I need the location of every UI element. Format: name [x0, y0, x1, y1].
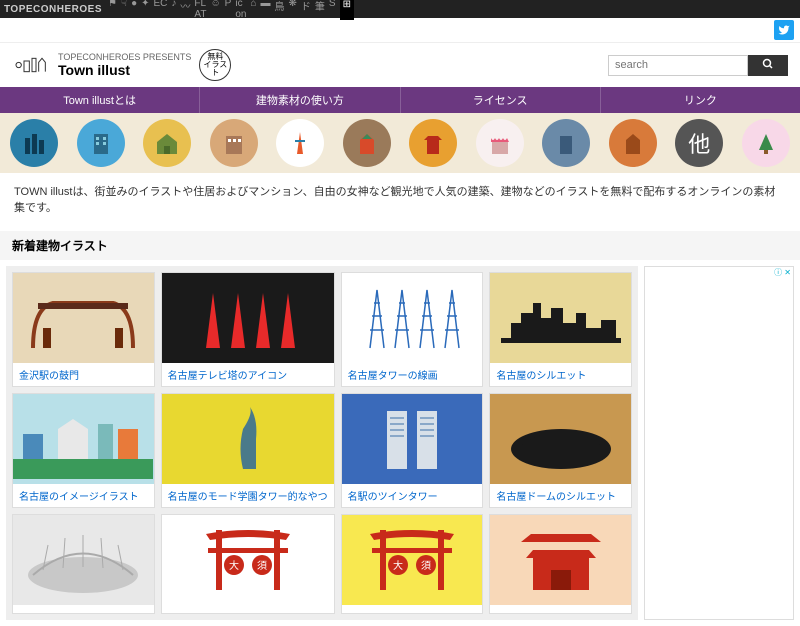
search [608, 55, 788, 76]
grid-icon[interactable]: ⊞ [340, 0, 354, 20]
topbar: TOPECONHEROES ⚑ ☟ ● ✦ EC ♪ 〰 FLAT ☺ P ic… [0, 0, 800, 18]
content-wrap: 金沢駅の鼓門 名古屋テレビ塔のアイコン 名古屋タワーの線画 名古屋のシルエット … [0, 260, 800, 626]
category-row: 他 [0, 113, 800, 173]
cat-house[interactable] [143, 119, 191, 167]
search-icon [762, 58, 774, 70]
description: TOWN illustは、街並みのイラストや住居およびマンション、自由の女神など… [0, 173, 800, 225]
twitter-icon[interactable] [774, 20, 794, 40]
nav-links[interactable]: リンク [601, 87, 800, 113]
header: TOPECONHEROES PRESENTS Town illust 無料 イラ… [0, 43, 800, 87]
item-card[interactable]: 名古屋のモード学園タワー的なやつ [161, 393, 335, 508]
cat-other[interactable]: 他 [675, 119, 723, 167]
s-icon[interactable]: S [329, 0, 336, 20]
nav-howto[interactable]: 建物素材の使い方 [200, 87, 400, 113]
cat-building[interactable] [77, 119, 125, 167]
main-nav: Town illustとは 建物素材の使い方 ライセンス リンク [0, 87, 800, 113]
cat-school[interactable] [609, 119, 657, 167]
item-title: 金沢駅の鼓門 [13, 363, 154, 386]
topbar-icons: ⚑ ☟ ● ✦ EC ♪ 〰 FLAT ☺ P icon ⌂ ▬ 鳥 ❋ ド 筆… [108, 0, 354, 20]
item-card[interactable] [489, 514, 632, 614]
star-icon[interactable]: ✦ [141, 0, 149, 20]
chat-icon[interactable]: ● [131, 0, 137, 20]
nav-license[interactable]: ライセンス [401, 87, 601, 113]
search-button[interactable] [748, 55, 788, 76]
wave-icon[interactable]: 〰 [180, 0, 190, 20]
section-title: 新着建物イラスト [0, 231, 800, 260]
note-icon[interactable]: ♪ [171, 0, 176, 20]
svg-text:須: 須 [421, 560, 431, 572]
gear-icon[interactable]: ❋ [289, 0, 297, 20]
topbar-brand: TOPECONHEROES [4, 4, 102, 15]
cat-city[interactable] [10, 119, 58, 167]
search-input[interactable] [608, 55, 748, 76]
svg-text:須: 須 [257, 560, 267, 572]
cat-shop[interactable] [476, 119, 524, 167]
ec-icon[interactable]: EC [154, 0, 168, 20]
item-title: 名古屋タワーの線画 [342, 363, 483, 386]
item-grid: 金沢駅の鼓門 名古屋テレビ塔のアイコン 名古屋タワーの線画 名古屋のシルエット … [6, 266, 638, 620]
item-card[interactable]: 名古屋のイメージイラスト [12, 393, 155, 508]
ad-sidebar[interactable]: ⓘ ✕ [644, 266, 794, 620]
svg-text:大: 大 [229, 559, 239, 572]
svg-text:大: 大 [393, 559, 403, 572]
item-card[interactable] [12, 514, 155, 614]
item-card[interactable]: 大須 [341, 514, 484, 614]
bird-icon[interactable]: 鳥 [275, 0, 285, 20]
house-icon[interactable]: ⌂ [250, 0, 256, 20]
face-icon[interactable]: ☺ [210, 0, 220, 20]
item-card[interactable]: 名駅のツインタワー [341, 393, 484, 508]
p-icon[interactable]: P [225, 0, 232, 20]
cat-office[interactable] [542, 119, 590, 167]
item-title [162, 605, 334, 613]
item-title: 名古屋テレビ塔のアイコン [162, 363, 334, 386]
item-title: 名古屋のイメージイラスト [13, 484, 154, 507]
item-title: 名駅のツインタワー [342, 484, 483, 507]
item-card[interactable]: 名古屋タワーの線画 [341, 272, 484, 387]
item-card[interactable]: 名古屋のシルエット [489, 272, 632, 387]
social-row [0, 18, 800, 43]
cat-tower[interactable] [276, 119, 324, 167]
logo-icon [12, 50, 52, 80]
item-title [13, 605, 154, 613]
cat-apartment[interactable] [210, 119, 258, 167]
car-icon[interactable]: ▬ [261, 0, 271, 20]
icon-icon[interactable]: icon [235, 0, 246, 20]
nav-about[interactable]: Town illustとは [0, 87, 200, 113]
brush-icon[interactable]: 筆 [315, 0, 325, 20]
flag-icon[interactable]: ⚑ [108, 0, 117, 20]
logo[interactable]: TOPECONHEROES PRESENTS Town illust [12, 50, 191, 80]
ad-label[interactable]: ⓘ ✕ [772, 267, 793, 278]
cat-temple[interactable] [409, 119, 457, 167]
item-card[interactable]: 大須 [161, 514, 335, 614]
item-card[interactable]: 名古屋テレビ塔のアイコン [161, 272, 335, 387]
flat-icon[interactable]: FLAT [194, 0, 206, 20]
item-card[interactable]: 名古屋ドームのシルエット [489, 393, 632, 508]
item-title: 名古屋のシルエット [490, 363, 631, 386]
free-badge: 無料 イラスト [199, 49, 231, 81]
hand-icon[interactable]: ☟ [121, 0, 127, 20]
item-title [342, 605, 483, 613]
d-icon[interactable]: ド [301, 0, 311, 20]
item-title: 名古屋のモード学園タワー的なやつ [162, 484, 334, 507]
cat-castle[interactable] [343, 119, 391, 167]
item-title: 名古屋ドームのシルエット [490, 484, 631, 507]
site-name: Town illust [58, 62, 191, 78]
item-card[interactable]: 金沢駅の鼓門 [12, 272, 155, 387]
cat-nature[interactable] [742, 119, 790, 167]
item-title [490, 605, 631, 613]
logo-presents: TOPECONHEROES PRESENTS [58, 52, 191, 62]
